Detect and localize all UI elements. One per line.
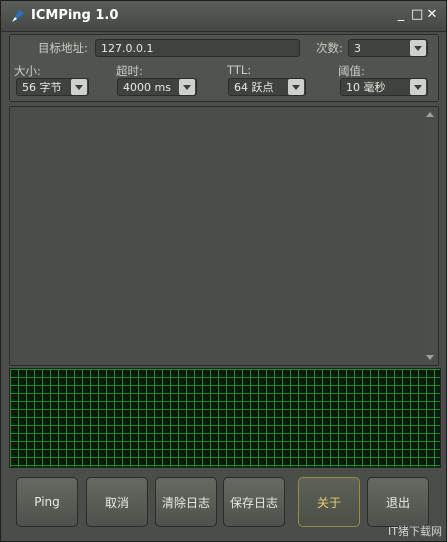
scroll-up-icon[interactable] (426, 112, 434, 117)
scroll-down-icon[interactable] (426, 355, 434, 360)
app-icon (12, 10, 24, 22)
log-area[interactable] (9, 106, 439, 366)
save-log-button[interactable]: 保存日志 (223, 477, 285, 527)
timeout-select[interactable]: 4000 ms (117, 78, 197, 96)
app-window: ICMPing 1.0 _ □ ✕ 目标地址: 127.0.0.1 次数: 3 … (0, 0, 447, 542)
timeout-label: 超时: (116, 64, 143, 78)
target-value: 127.0.0.1 (101, 42, 154, 55)
title-bar[interactable]: ICMPing 1.0 _ □ ✕ (1, 1, 446, 32)
about-button[interactable]: 关于 (298, 477, 360, 527)
target-label: 目标地址: (38, 41, 88, 55)
chevron-down-icon[interactable] (179, 79, 195, 95)
size-label: 大小: (14, 64, 41, 78)
ttl-select[interactable]: 64 跃点 (228, 78, 306, 96)
threshold-label: 阈值: (338, 64, 365, 78)
count-select[interactable]: 3 (348, 39, 428, 57)
size-select[interactable]: 56 字节 (16, 78, 89, 96)
log-scrollbar[interactable] (423, 108, 437, 364)
settings-panel: 目标地址: 127.0.0.1 次数: 3 大小: 56 字节 超时: 4000… (9, 34, 439, 102)
close-button[interactable]: ✕ (426, 8, 438, 22)
chevron-down-icon[interactable] (71, 79, 87, 95)
size-value: 56 字节 (22, 81, 62, 94)
latency-graph (9, 368, 441, 468)
window-title: ICMPing 1.0 (31, 8, 119, 23)
count-label: 次数: (316, 41, 343, 55)
ttl-label: TTL: (227, 63, 252, 77)
chevron-down-icon[interactable] (410, 40, 426, 56)
timeout-value: 4000 ms (123, 81, 171, 94)
threshold-select[interactable]: 10 毫秒 (340, 78, 428, 96)
target-input[interactable]: 127.0.0.1 (95, 39, 300, 57)
cancel-button[interactable]: 取消 (86, 477, 148, 527)
chevron-down-icon[interactable] (288, 79, 304, 95)
threshold-value: 10 毫秒 (346, 81, 386, 94)
chevron-down-icon[interactable] (410, 79, 426, 95)
count-value: 3 (354, 42, 361, 55)
clear-log-button[interactable]: 清除日志 (155, 477, 217, 527)
ttl-value: 64 跃点 (234, 81, 274, 94)
exit-button[interactable]: 退出 (367, 477, 429, 527)
maximize-button[interactable]: □ (411, 8, 423, 22)
ping-button[interactable]: Ping (16, 477, 78, 527)
watermark: IT猪下载网 (388, 525, 442, 538)
button-bar: Ping 取消 清除日志 保存日志 关于 退出 (9, 471, 439, 533)
minimize-button[interactable]: _ (395, 8, 407, 22)
